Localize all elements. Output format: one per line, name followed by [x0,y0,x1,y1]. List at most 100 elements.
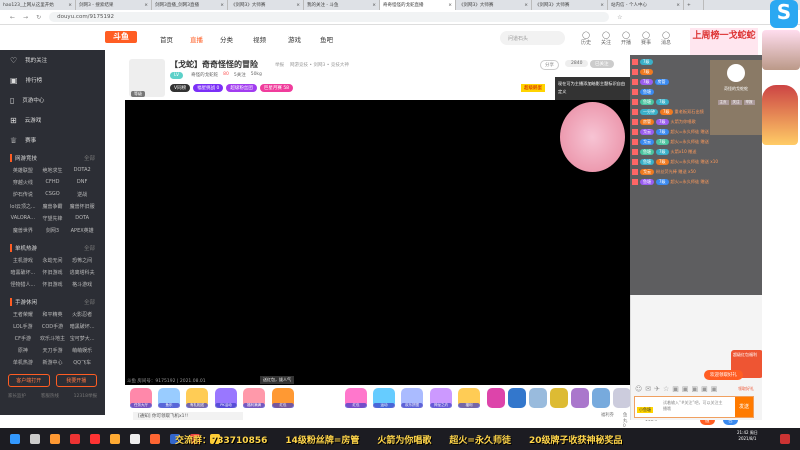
gift-item[interactable] [508,388,526,408]
taskbar-app-icon[interactable] [110,434,120,444]
game-link[interactable]: VALORA... [8,215,38,222]
browser-tab[interactable]: 剑网3直播_剑网3直播 × [152,0,228,10]
video-player[interactable]: 斗鱼 房间号：9175192 | 2021.08.01 [125,100,632,385]
game-link[interactable]: COD手游 [38,323,68,330]
taskbar-app-icon[interactable] [150,434,160,444]
game-link[interactable]: 王者荣耀 [8,311,38,318]
close-icon[interactable]: × [448,3,452,8]
fan-badge[interactable]: 小鱼塘 [637,407,653,413]
nav-1[interactable]: 直播 [190,34,203,44]
taskbar-app-icon[interactable] [10,434,20,444]
nav-2[interactable]: 分类 [220,34,233,44]
chat-toolbar[interactable]: ☺✉✈☆▣▣▣▣▣ [635,385,720,393]
game-link[interactable]: 怪物猎人... [8,281,38,288]
room-pill[interactable]: 巨星月赛 58 [259,84,294,92]
room-pill[interactable]: 福星挑战 0 [193,84,224,92]
game-link[interactable]: 原神 [8,347,38,354]
activity-icon[interactable]: 欢乐拼图 [401,388,423,408]
game-link[interactable]: 恐怖之间 [67,257,97,264]
top-icon-0[interactable]: ◯ 历史 [578,31,594,46]
game-link[interactable]: 和平精英 [38,311,68,318]
close-icon[interactable]: × [600,3,604,8]
browser-tab[interactable]: 《剑网3》大师赛 × [228,0,304,10]
game-link[interactable]: 天刀手游 [38,347,68,354]
nav-4[interactable]: 游戏 [288,34,301,44]
game-link[interactable]: 新游中心 [38,359,68,366]
activity-icon[interactable]: 鱼乐 [158,388,180,408]
sidebar-item[interactable]: ▣ 排行榜 [0,70,105,90]
gift-item[interactable] [529,388,547,408]
notification-icon[interactable] [780,434,790,444]
game-link[interactable]: DNF [67,179,97,186]
taskbar-app-icon[interactable] [70,434,80,444]
star-icon[interactable]: ☆ [617,14,622,21]
activity-icon[interactable]: 红包 [272,388,294,408]
more-link[interactable]: 全部 [84,154,95,162]
game-link[interactable]: APEX英雄 [67,227,97,234]
browser-tab[interactable]: 《剑网3》大师赛 × [456,0,532,10]
promo-title[interactable]: 上周榜一戈蛇蛇 [690,28,758,55]
game-link[interactable]: CFHD [38,179,68,186]
close-icon[interactable]: × [296,3,300,8]
activity-icon[interactable]: PK活动 [215,388,237,408]
top-icon-4[interactable]: ◯ 消息 [658,31,674,46]
game-link[interactable]: QQ飞车 [67,359,97,366]
start-stream-button[interactable]: 我要开播 [55,374,97,387]
gift-item[interactable] [592,388,610,408]
browser-tab[interactable]: 站内信 - 个人中心 × [608,0,684,10]
nav-0[interactable]: 首页 [160,34,173,44]
activity-icon[interactable]: 神龙之约 [430,388,452,408]
more-link[interactable]: 全部 [84,298,95,306]
game-link[interactable]: 火影忍者 [67,311,97,318]
chat-input[interactable]: 试着输入“#关注”吧，可以关注主播哦 [663,400,723,412]
forward-icon[interactable]: → [23,14,28,21]
game-link[interactable]: 格斗游戏 [67,281,97,288]
game-link[interactable]: DOTA2 [67,167,97,174]
game-link[interactable]: 宝可梦大... [67,335,97,342]
nav-3[interactable]: 视频 [253,34,266,44]
top-icon-3[interactable]: ◯ 赛事 [638,31,654,46]
more-link[interactable]: 全部 [84,244,95,252]
send-button[interactable]: 发送 [735,397,753,417]
taskbar-app-icon[interactable] [90,434,100,444]
activity-icon[interactable]: 福利 [458,388,480,408]
taskbar-app-icon[interactable] [30,434,40,444]
game-link[interactable]: 英雄联盟 [8,167,38,174]
taskbar-app-icon[interactable] [130,434,140,444]
sidebar-item[interactable]: ♡ 我的关注 [0,50,105,70]
browser-tab[interactable]: 我的关注 - 斗鱼 × [304,0,380,10]
game-link[interactable]: 炉石传说 [8,191,38,198]
game-link[interactable]: 逃离塔科夫 [67,269,97,276]
share-button[interactable]: 分享 [540,60,559,70]
top-icon-2[interactable]: ◯ 开播 [618,31,634,46]
close-icon[interactable]: × [144,3,148,8]
sidebar-item[interactable]: ▯ 页游中心 [0,90,105,110]
game-link[interactable]: 怀旧游戏 [38,269,68,276]
game-link[interactable]: lol云顶之... [8,203,38,210]
game-link[interactable]: 逆战 [67,191,97,198]
gift-item[interactable] [550,388,568,408]
game-link[interactable]: DOTA [67,215,97,222]
footer-link[interactable]: 客服热线 [41,393,59,399]
gift-item[interactable] [487,388,505,408]
activity-icon[interactable]: 任务大厅 [130,388,152,408]
game-link[interactable]: 暗黑破坏... [8,269,38,276]
new-tab-button[interactable]: + [684,0,704,10]
footer-link[interactable]: 家长监护 [8,393,26,399]
browser-tab[interactable]: 《剑网3》大师赛 × [532,0,608,10]
site-logo[interactable]: 斗鱼 [105,31,137,43]
close-icon[interactable]: × [524,3,528,8]
close-icon[interactable]: × [372,3,376,8]
game-link[interactable]: 主机游戏 [8,257,38,264]
promo-link[interactable]: 领取好礼 [738,386,754,392]
game-link[interactable]: 剑网3 [38,227,68,234]
close-icon[interactable]: × [676,3,680,8]
report-link[interactable]: 举报 [275,62,284,68]
gift-item[interactable] [613,388,631,408]
top-icon-1[interactable]: ◯ 关注 [598,31,614,46]
streamer-name[interactable]: 奇怪的戈蛇蛇 [191,72,218,79]
promo-banner[interactable] [762,30,800,70]
follow-button[interactable]: 已关注 [590,60,614,68]
close-icon[interactable]: × [220,3,224,8]
room-pill[interactable]: V同榜 [170,84,191,92]
